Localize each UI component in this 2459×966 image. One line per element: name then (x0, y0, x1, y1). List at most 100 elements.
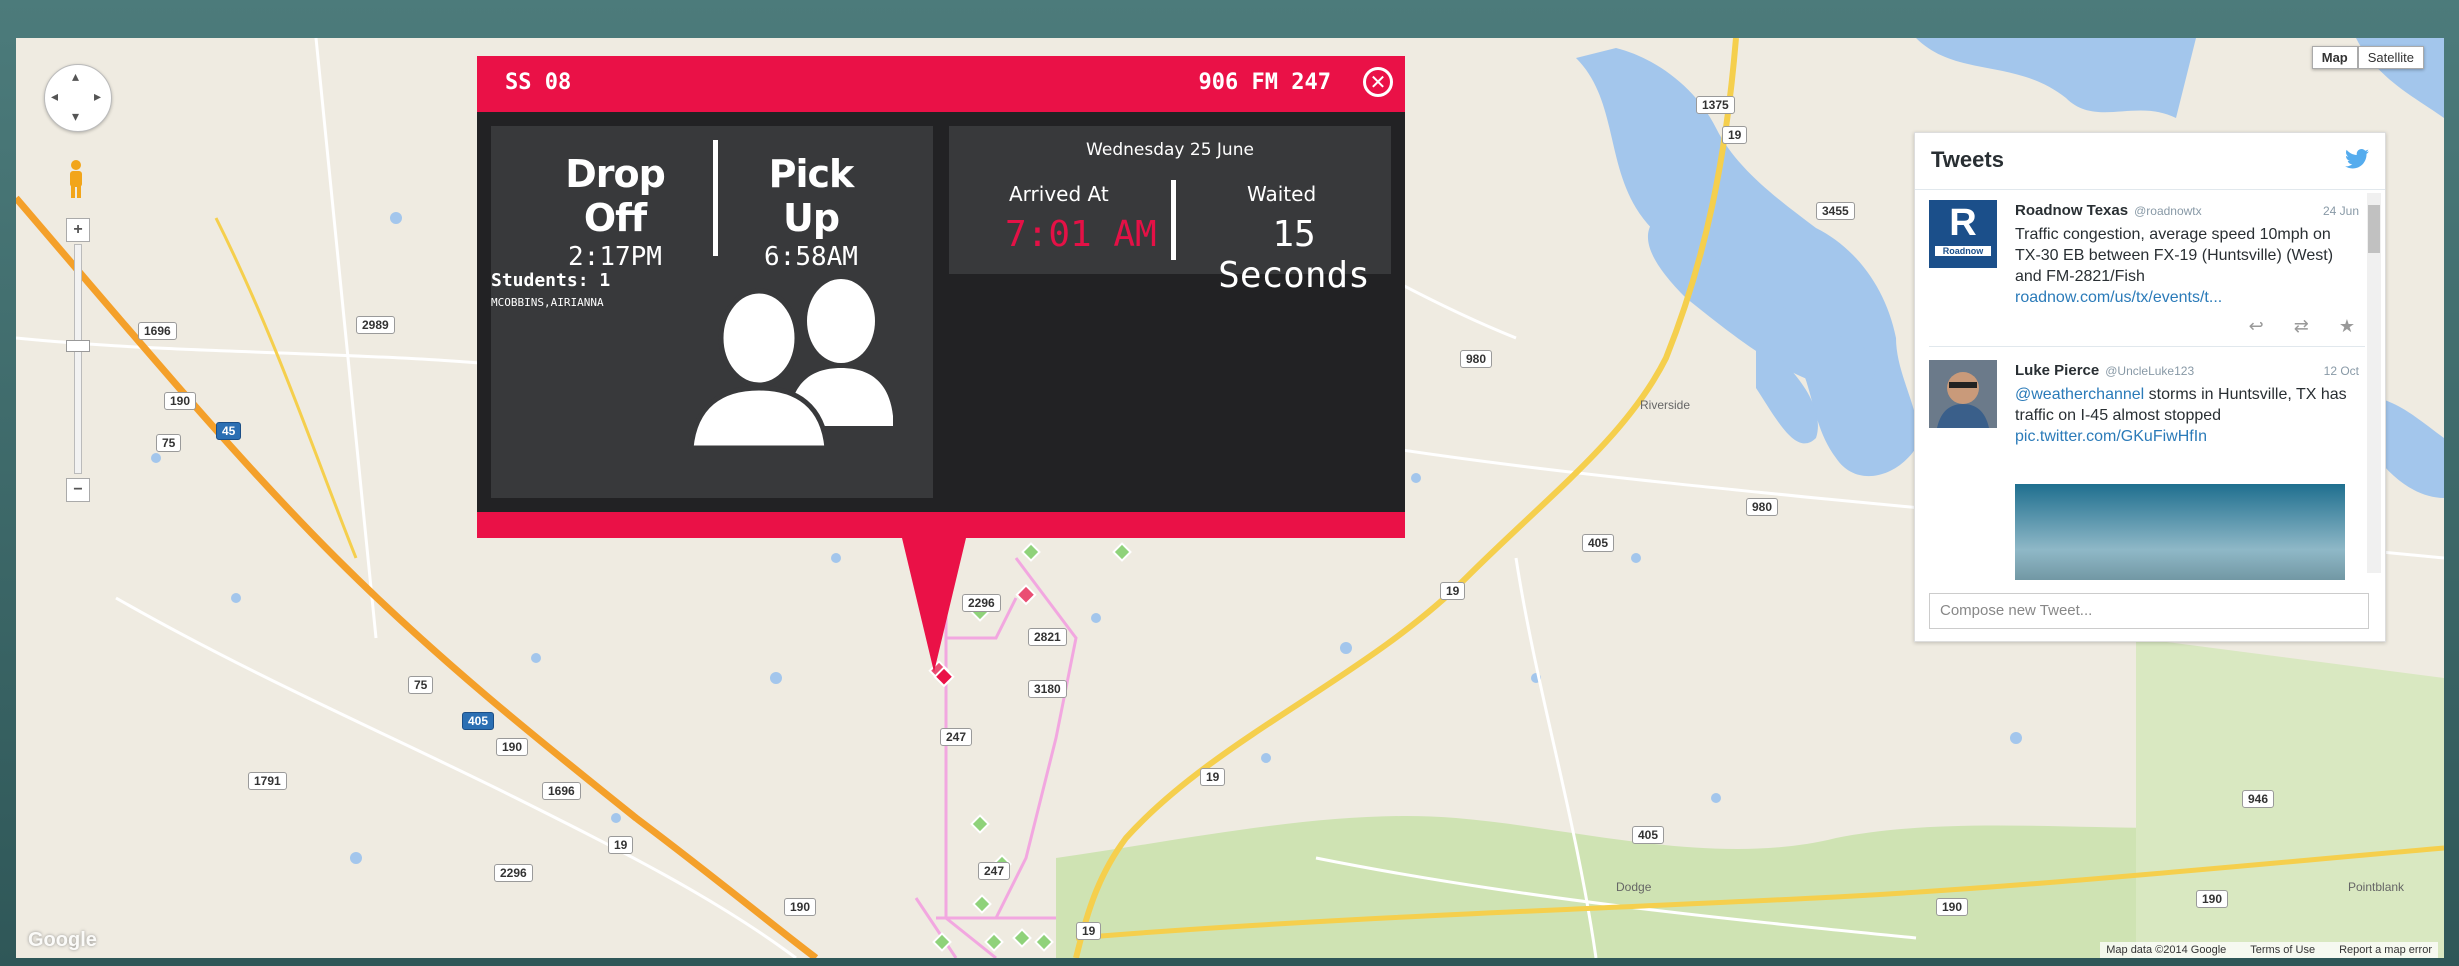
author-handle[interactable]: @UncleLuke123 (2105, 364, 2194, 378)
pan-left-icon[interactable]: ◂ (51, 89, 58, 105)
student-count: Students: 1 (491, 270, 611, 291)
route-shield: 190 (784, 898, 817, 916)
arrival-date: Wednesday 25 June (1086, 140, 1254, 160)
route-shield: 2296 (962, 594, 1001, 612)
author-name[interactable]: Luke Pierce (2015, 362, 2099, 379)
favorite-icon[interactable]: ★ (2339, 316, 2355, 337)
map-type-map-button[interactable]: Map (2311, 46, 2358, 69)
town-label: Dodge (1616, 880, 1652, 894)
pan-down-icon[interactable]: ▾ (72, 109, 79, 125)
route-shield: 2989 (356, 316, 395, 334)
route-shield: 2821 (1028, 628, 1067, 646)
divider (1929, 346, 2365, 347)
pan-right-icon[interactable]: ▸ (94, 89, 101, 105)
tweet-author[interactable]: Luke Pierce @UncleLuke123 (2015, 362, 2194, 379)
author-handle[interactable]: @roadnowtx (2134, 204, 2202, 218)
route-shield: 980 (1746, 498, 1779, 516)
scrollbar-thumb[interactable] (2368, 205, 2380, 253)
route-shield: 19 (1722, 126, 1748, 144)
reply-icon[interactable]: ↩ (2249, 316, 2264, 337)
twitter-bird-icon[interactable] (2345, 149, 2369, 169)
route-shield: 3455 (1816, 202, 1855, 220)
map-type-satellite-button[interactable]: Satellite (2357, 46, 2424, 69)
interstate-shield: 45 (216, 422, 242, 440)
tweet-link[interactable]: roadnow.com/us/tx/events/t... (2015, 289, 2222, 306)
google-logo: Google (28, 929, 97, 951)
stop-address: 906 FM 247 (1198, 70, 1331, 95)
tweet-actions: ↩ ⇄ ★ (2249, 316, 2355, 337)
tweet-text: Traffic congestion, average speed 10mph … (2015, 224, 2355, 308)
pick-up-time: 6:58AM (764, 242, 858, 272)
pan-up-icon[interactable]: ▴ (72, 69, 79, 85)
route-shield: 19 (1440, 582, 1466, 600)
close-icon[interactable]: ✕ (1363, 67, 1393, 97)
tweet-author[interactable]: Roadnow Texas @roadnowtx (2015, 202, 2202, 219)
zoom-in-button[interactable]: + (66, 218, 90, 242)
student-name: MCOBBINS,AIRIANNA (491, 296, 604, 309)
drop-off-block: Drop Off 2:17PM (545, 152, 685, 272)
stop-info-popup: SS 08 906 FM 247 ✕ Drop Off 2:17PM Pick … (477, 56, 1405, 672)
bus-id: SS 08 (505, 70, 572, 95)
route-shield: 1375 (1696, 96, 1735, 114)
tweet-body: Traffic congestion, average speed 10mph … (2015, 226, 2334, 285)
retweet-icon[interactable]: ⇄ (2294, 316, 2309, 337)
route-shield: 3180 (1028, 680, 1067, 698)
tweets-scrollbar[interactable] (2367, 193, 2381, 573)
schedule-panel: Drop Off 2:17PM Pick Up 6:58AM Students:… (491, 126, 933, 498)
tweet-item[interactable]: Luke Pierce @UncleLuke123 12 Oct @weather… (1915, 350, 2365, 580)
pick-up-block: Pick Up 6:58AM (741, 152, 881, 272)
route-shield: 405 (1632, 826, 1665, 844)
route-shield: 247 (940, 728, 973, 746)
drop-off-label: Drop Off (565, 152, 666, 240)
tweets-list[interactable]: R Roadnow Roadnow Texas @roadnowtx 24 Jun… (1915, 189, 2385, 580)
pegman-icon[interactable] (66, 158, 86, 200)
pick-up-label: Pick Up (768, 152, 855, 240)
divider (1171, 180, 1176, 260)
route-shield: 19 (608, 836, 634, 854)
popup-body: Drop Off 2:17PM Pick Up 6:58AM Students:… (477, 112, 1405, 512)
arrived-at-label: Arrived At (1009, 182, 1109, 206)
terms-of-use-link[interactable]: Terms of Use (2250, 944, 2315, 956)
tweet-time[interactable]: 24 Jun (2323, 204, 2359, 218)
route-shield: 75 (408, 676, 434, 694)
avatar-caption: Roadnow (1935, 246, 1991, 256)
map-data-text: Map data ©2014 Google (2106, 944, 2227, 956)
route-shield: 1696 (542, 782, 581, 800)
map-attribution: Map data ©2014 Google Terms of Use Repor… (2100, 942, 2438, 958)
route-shield: 190 (2196, 890, 2229, 908)
route-shield: 1791 (248, 772, 287, 790)
arrival-panel: Wednesday 25 June Arrived At 7:01 AM Wai… (949, 126, 1391, 296)
zoom-out-button[interactable]: − (66, 478, 90, 502)
drop-off-time: 2:17PM (568, 242, 662, 272)
pan-control[interactable]: ▴ ▾ ◂ ▸ (44, 64, 112, 132)
compose-tweet-input[interactable]: Compose new Tweet... (1929, 593, 2369, 629)
town-label: Pointblank (2348, 880, 2405, 894)
divider (713, 140, 718, 256)
interstate-shield: 405 (462, 712, 495, 730)
arrived-at-time: 7:01 AM (1005, 214, 1157, 255)
tweet-mention[interactable]: @weatherchannel (2015, 386, 2144, 403)
waited-label: Waited (1247, 182, 1317, 206)
students-icon (688, 279, 893, 451)
route-shield: 19 (1076, 922, 1102, 940)
tweets-title: Tweets (1931, 147, 2004, 172)
zoom-slider-thumb[interactable] (66, 340, 90, 352)
tweet-link[interactable]: pic.twitter.com/GKuFiwHfIn (2015, 428, 2207, 445)
route-shield: 247 (978, 862, 1011, 880)
avatar[interactable] (1929, 360, 1997, 428)
author-name[interactable]: Roadnow Texas (2015, 202, 2128, 219)
tweet-time[interactable]: 12 Oct (2324, 364, 2359, 378)
route-shield: 946 (2242, 790, 2275, 808)
popup-pointer (902, 538, 966, 672)
zoom-slider-track[interactable] (74, 244, 82, 474)
tweet-item[interactable]: R Roadnow Roadnow Texas @roadnowtx 24 Jun… (1915, 190, 2365, 340)
town-label: Riverside (1640, 398, 1691, 412)
route-shield: 405 (1582, 534, 1615, 552)
report-map-error-link[interactable]: Report a map error (2339, 944, 2432, 956)
route-shield: 190 (164, 392, 197, 410)
tweet-photo[interactable] (2015, 484, 2345, 580)
avatar[interactable]: R Roadnow (1929, 200, 1997, 268)
route-shield: 2296 (494, 864, 533, 882)
popup-footer (477, 512, 1405, 538)
route-shield: 19 (1200, 768, 1226, 786)
